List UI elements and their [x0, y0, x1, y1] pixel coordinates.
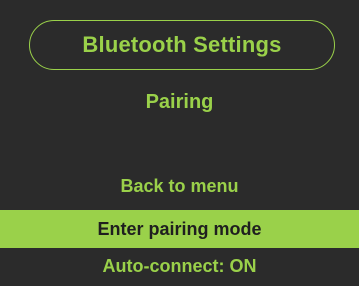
section-title: Pairing: [145, 91, 214, 113]
menu-list: Back to menu Enter pairing mode Auto-con…: [0, 170, 359, 284]
screen-title: Bluetooth Settings: [29, 20, 335, 70]
menu-item-back-to-menu[interactable]: Back to menu: [0, 170, 359, 202]
device-screen: Bluetooth Settings Pairing Back to menu …: [0, 0, 359, 286]
menu-item-enter-pairing-mode[interactable]: Enter pairing mode: [0, 210, 359, 248]
menu-item-auto-connect[interactable]: Auto-connect: ON: [0, 248, 359, 284]
screen-title-label: Bluetooth Settings: [82, 32, 282, 57]
menu-item-label: Auto-connect: ON: [102, 256, 257, 276]
menu-item-label: Enter pairing mode: [97, 219, 262, 239]
menu-item-label: Back to menu: [120, 176, 239, 196]
